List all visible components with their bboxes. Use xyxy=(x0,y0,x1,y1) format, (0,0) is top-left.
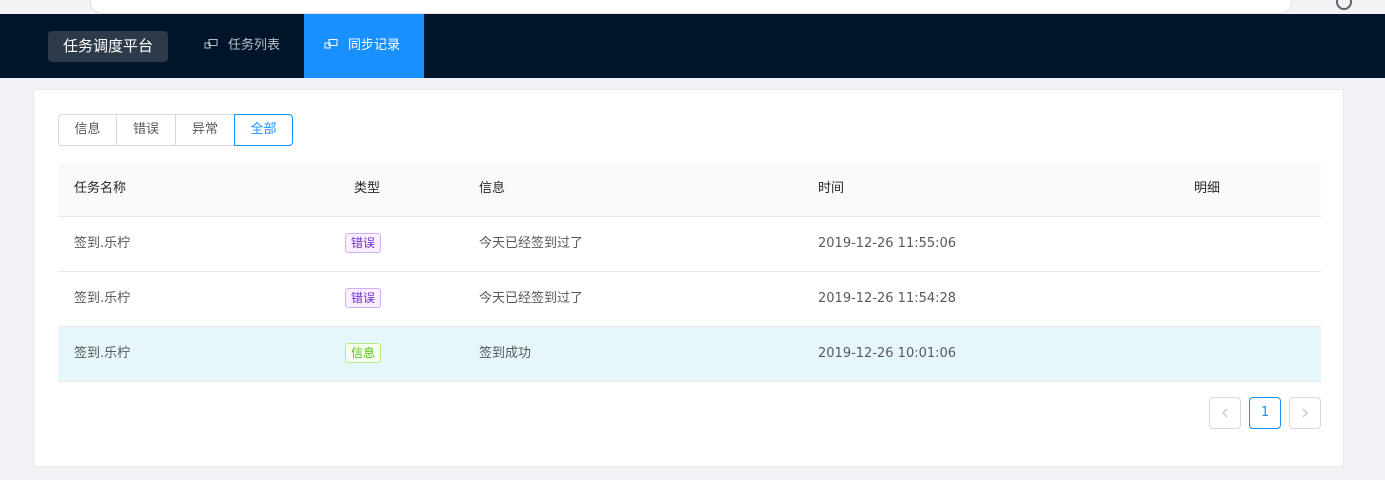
type-tag: 错误 xyxy=(345,287,382,308)
table-header: 任务名称 类型 信息 时间 明细 xyxy=(58,162,1321,217)
column-header-type: 类型 xyxy=(354,181,381,196)
table-row[interactable]: 签到.乐柠 信息 签到成功 2019-12-26 10:01:06 xyxy=(58,327,1321,382)
content-card: 信息 错误 异常 全部 任务名称 类型 信息 时间 明细 签到.乐柠 错误 今天… xyxy=(33,89,1344,467)
cell-time: 2019-12-26 10:01:06 xyxy=(818,346,957,361)
sync-records-table: 任务名称 类型 信息 时间 明细 签到.乐柠 错误 今天已经签到过了 2019-… xyxy=(58,162,1321,382)
desktop-icon xyxy=(324,39,338,49)
chevron-left-icon xyxy=(1222,408,1228,418)
cell-task-name: 签到.乐柠 xyxy=(74,291,131,306)
cell-task-name: 签到.乐柠 xyxy=(74,236,131,251)
browser-toolbar xyxy=(0,0,1385,15)
page-1-button[interactable]: 1 xyxy=(1249,397,1281,429)
column-header-time: 时间 xyxy=(818,181,845,196)
column-header-message: 信息 xyxy=(479,181,506,196)
cell-type: 错误 xyxy=(345,272,382,326)
prev-page-button[interactable] xyxy=(1209,397,1241,429)
top-header: 任务调度平台 任务列表 同步记录 xyxy=(0,14,1385,78)
filter-error-button[interactable]: 错误 xyxy=(117,114,176,146)
address-bar[interactable] xyxy=(90,0,1292,14)
nav-item-sync-records[interactable]: 同步记录 xyxy=(304,14,424,78)
cell-message: 今天已经签到过了 xyxy=(479,236,584,251)
column-header-task-name: 任务名称 xyxy=(74,181,127,196)
filter-info-button[interactable]: 信息 xyxy=(58,114,117,146)
cell-time: 2019-12-26 11:54:28 xyxy=(818,291,957,306)
cell-message: 今天已经签到过了 xyxy=(479,291,584,306)
column-header-detail: 明细 xyxy=(1194,181,1221,196)
table-row[interactable]: 签到.乐柠 错误 今天已经签到过了 2019-12-26 11:54:28 xyxy=(58,272,1321,327)
type-tag: 信息 xyxy=(345,342,382,363)
cell-task-name: 签到.乐柠 xyxy=(74,346,131,361)
table-row[interactable]: 签到.乐柠 错误 今天已经签到过了 2019-12-26 11:55:06 xyxy=(58,217,1321,272)
account-icon[interactable] xyxy=(1336,0,1352,10)
cell-time: 2019-12-26 11:55:06 xyxy=(818,236,957,251)
type-filter-group: 信息 错误 异常 全部 xyxy=(58,114,293,146)
filter-all-button[interactable]: 全部 xyxy=(234,114,293,146)
type-tag: 错误 xyxy=(345,232,382,253)
chevron-right-icon xyxy=(1302,408,1308,418)
cell-type: 错误 xyxy=(345,217,382,271)
desktop-icon xyxy=(204,39,218,49)
cell-message: 签到成功 xyxy=(479,346,532,361)
nav-item-label: 任务列表 xyxy=(228,38,281,53)
next-page-button[interactable] xyxy=(1289,397,1321,429)
cell-type: 信息 xyxy=(345,327,382,381)
filter-exception-button[interactable]: 异常 xyxy=(176,114,235,146)
nav-item-label: 同步记录 xyxy=(348,38,401,53)
app-logo[interactable]: 任务调度平台 xyxy=(48,31,168,62)
nav-item-task-list[interactable]: 任务列表 xyxy=(184,14,300,78)
